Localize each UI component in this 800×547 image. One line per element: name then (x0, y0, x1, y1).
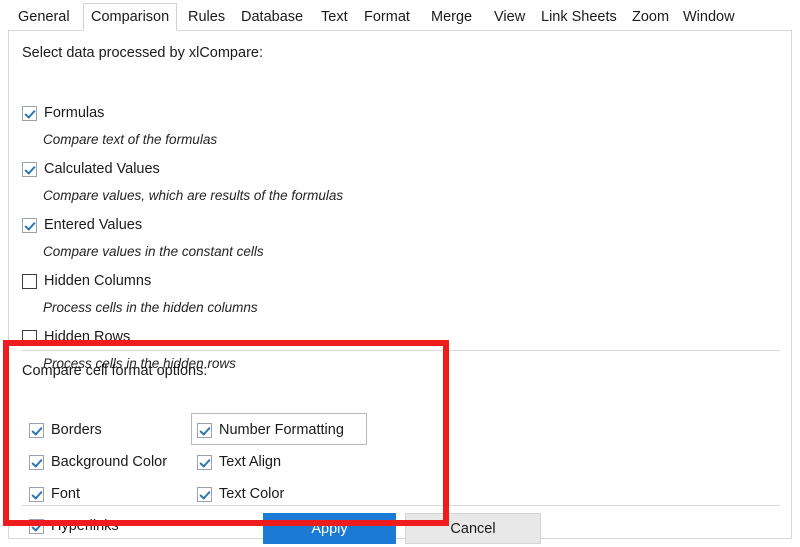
tab-window[interactable]: Window (675, 3, 743, 31)
checkbox-icon[interactable] (29, 454, 44, 470)
checkbox-icon[interactable] (197, 422, 212, 438)
checkbox-label: Text Align (219, 454, 282, 470)
format-options-heading: Compare cell format options: (22, 363, 208, 379)
tab-strip: General Comparison Rules Database Text Format… (0, 0, 800, 31)
tab-database[interactable]: Database (233, 3, 311, 31)
section-divider-top (22, 350, 780, 351)
checkbox-row-text-color[interactable]: Text Color (197, 486, 284, 502)
checkbox-row-background-color[interactable]: Background Color (29, 454, 167, 470)
checkbox-icon[interactable] (197, 454, 212, 470)
checkbox-row-hyperlinks[interactable]: Hyperlinks (29, 518, 119, 534)
checkbox-label: Hyperlinks (51, 518, 119, 534)
apply-button[interactable]: Apply (263, 513, 396, 544)
option-hint-text: Compare text of the formulas (43, 132, 218, 147)
tab-zoom[interactable]: Zoom (624, 3, 677, 31)
checkbox-row-text-align[interactable]: Text Align (197, 454, 281, 470)
comparison-settings-panel: Select data processed by xlCompare: Form… (8, 30, 792, 544)
checkbox-icon[interactable] (22, 329, 37, 345)
cancel-button[interactable]: Cancel (405, 513, 541, 544)
tab-view[interactable]: View (486, 3, 533, 31)
checkbox-row-number-formatting[interactable]: Number Formatting (197, 422, 344, 438)
checkbox-row-hidden-rows[interactable]: Hidden Rows (22, 329, 130, 345)
option-hint-text: Compare values, which are results of the… (43, 188, 344, 203)
checkbox-row-font[interactable]: Font (29, 486, 80, 502)
page-title: Select data processed by xlCompare: (22, 45, 263, 61)
checkbox-row-borders[interactable]: Borders (29, 422, 102, 438)
checkbox-label: Text Color (219, 486, 285, 502)
checkbox-label: Entered Values (44, 217, 143, 233)
checkbox-label: Hidden Columns (44, 273, 152, 289)
checkbox-label: Hidden Rows (44, 329, 131, 345)
checkbox-icon[interactable] (22, 273, 37, 289)
checkbox-row-hidden-columns[interactable]: Hidden Columns (22, 273, 151, 289)
checkbox-row-entered-values[interactable]: Entered Values (22, 217, 142, 233)
tab-text[interactable]: Text (313, 3, 356, 31)
checkbox-label: Number Formatting (219, 422, 344, 438)
checkbox-icon[interactable] (29, 422, 44, 438)
checkbox-label: Font (51, 486, 81, 502)
tab-format[interactable]: Format (356, 3, 418, 31)
checkbox-label: Calculated Values (44, 161, 160, 177)
checkbox-row-calculated-values[interactable]: Calculated Values (22, 161, 160, 177)
section-divider-bottom (22, 505, 780, 506)
checkbox-label: Borders (51, 422, 102, 438)
tab-general[interactable]: General (10, 3, 78, 31)
checkbox-label: Background Color (51, 454, 168, 470)
tab-rules[interactable]: Rules (180, 3, 233, 31)
option-hint-text: Compare values in the constant cells (43, 244, 264, 259)
checkbox-icon[interactable] (29, 518, 44, 534)
checkbox-icon[interactable] (22, 105, 37, 121)
option-hint-text: Process cells in the hidden columns (43, 300, 258, 315)
checkbox-icon[interactable] (22, 217, 37, 233)
tab-link-sheets[interactable]: Link Sheets (533, 3, 625, 31)
checkbox-icon[interactable] (29, 486, 44, 502)
tab-comparison[interactable]: Comparison (83, 3, 178, 31)
checkbox-icon[interactable] (197, 486, 212, 502)
checkbox-label: Formulas (44, 105, 105, 121)
checkbox-icon[interactable] (22, 161, 37, 177)
tab-merge[interactable]: Merge (423, 3, 480, 31)
checkbox-row-formulas[interactable]: Formulas (22, 105, 104, 121)
